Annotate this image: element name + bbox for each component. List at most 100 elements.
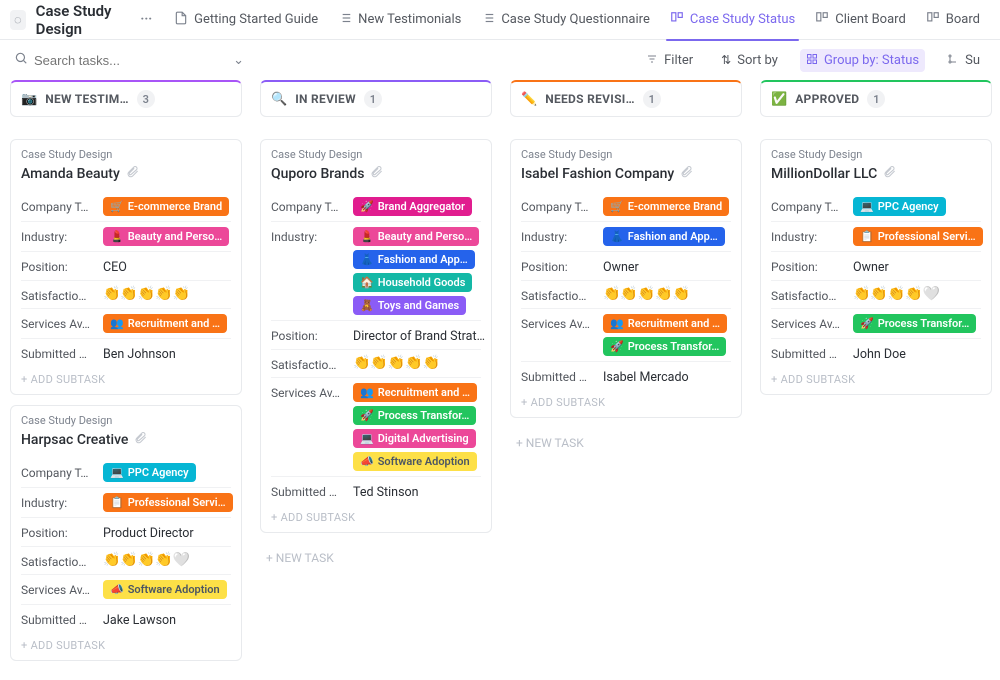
column-header[interactable]: ✏️NEEDS REVISI…1 <box>510 80 742 117</box>
tag-pill[interactable]: 💻PPC Agency <box>103 463 196 482</box>
task-card[interactable]: Case Study DesignAmanda BeautyCompany T…… <box>10 139 242 395</box>
new-task-button[interactable]: + NEW TASK <box>510 428 742 458</box>
field-value: 🛒E-commerce Brand <box>603 197 731 216</box>
add-subtask-button[interactable]: + ADD SUBTASK <box>271 505 481 526</box>
rating-emoji: 👏👏👏👏🤍 <box>103 552 190 568</box>
subtasks-button[interactable]: Su <box>941 49 986 72</box>
tab-label: Case Study Status <box>690 12 795 27</box>
column-header[interactable]: 🔍IN REVIEW1 <box>260 80 492 117</box>
add-subtask-button[interactable]: + ADD SUBTASK <box>521 390 731 411</box>
task-card[interactable]: Case Study DesignIsabel Fashion CompanyC… <box>510 139 742 418</box>
field-row: Submitted …John Doe <box>771 338 981 367</box>
attachment-icon <box>126 165 139 182</box>
add-subtask-button[interactable]: + ADD SUBTASK <box>21 633 231 654</box>
tag-pill[interactable]: 📋Professional Servi… <box>103 493 233 512</box>
tag-pill[interactable]: 📣Software Adoption <box>353 452 477 471</box>
tab-client-board[interactable]: Client Board <box>805 0 916 40</box>
field-row: Services Av…👥Recruitment and …🚀Process T… <box>521 308 731 361</box>
field-label: Industry: <box>271 227 347 244</box>
task-card[interactable]: Case Study DesignQuporo BrandsCompany T…… <box>260 139 492 533</box>
tag-pill[interactable]: 💄Beauty and Perso… <box>103 227 229 246</box>
field-text: John Doe <box>853 344 906 362</box>
column-header[interactable]: 📷NEW TESTIM…3 <box>10 80 242 117</box>
field-text: Owner <box>603 257 639 275</box>
tag-pill[interactable]: 🏠Household Goods <box>353 273 472 292</box>
column-header[interactable]: ✅APPROVED1 <box>760 80 992 117</box>
tag-label: Fashion and App… <box>378 253 468 266</box>
field-row: Services Av…👥Recruitment and … <box>21 308 231 338</box>
tag-emoji-icon: 👥 <box>360 386 374 399</box>
tag-pill[interactable]: 🚀Process Transfor… <box>603 337 726 356</box>
chevron-down-icon[interactable]: ⌄ <box>233 53 244 68</box>
tag-pill[interactable]: 🚀Process Transfor… <box>853 314 976 333</box>
tag-pill[interactable]: 🛒E-commerce Brand <box>103 197 229 216</box>
add-subtask-button[interactable]: + ADD SUBTASK <box>21 367 231 388</box>
tag-emoji-icon: 👥 <box>610 317 624 330</box>
column-emoji-icon: 📷 <box>21 92 37 107</box>
field-row: Position:Owner <box>771 251 981 280</box>
tag-pill[interactable]: 💻PPC Agency <box>853 197 946 216</box>
sort-button[interactable]: ⇅ Sort by <box>715 49 784 72</box>
field-label: Industry: <box>771 227 847 244</box>
field-label: Satisfactio… <box>21 552 97 569</box>
tag-pill[interactable]: 📣Software Adoption <box>103 580 227 599</box>
tag-pill[interactable]: 💻Digital Advertising <box>353 429 476 448</box>
field-row: Industry: 💄Beauty and Perso… 👗Fashion and … <box>271 221 481 320</box>
field-row: Industry:👗Fashion and App… <box>521 221 731 251</box>
tab-case-study-questionnaire[interactable]: Case Study Questionnaire <box>471 0 660 40</box>
group-icon <box>806 53 818 68</box>
tag-label: Software Adoption <box>128 583 220 596</box>
field-row: Position:CEO <box>21 251 231 280</box>
tag-pill[interactable]: 🧸Toys and Games <box>353 296 466 315</box>
tag-pill[interactable]: 🚀Brand Aggregator <box>353 197 472 216</box>
add-subtask-button[interactable]: + ADD SUBTASK <box>771 367 981 388</box>
tag-pill[interactable]: 👗Fashion and App… <box>603 227 725 246</box>
tag-pill[interactable]: 🚀Process Transfor… <box>353 406 476 425</box>
tag-pill[interactable]: 🛒E-commerce Brand <box>603 197 729 216</box>
field-row: Services Av…🚀Process Transfor… <box>771 308 981 338</box>
field-value: 👏👏👏👏🤍 <box>853 286 981 302</box>
column-count: 1 <box>867 90 885 108</box>
card-project: Case Study Design <box>771 148 981 161</box>
tag-pill[interactable]: 📋Professional Servi… <box>853 227 983 246</box>
tag-pill[interactable]: 👗Fashion and App… <box>353 250 475 269</box>
filter-button[interactable]: Filter <box>640 49 699 72</box>
sort-icon: ⇅ <box>721 53 731 67</box>
tag-label: Recruitment and … <box>128 317 220 330</box>
tab-board[interactable]: Board <box>916 0 990 40</box>
tag-pill[interactable]: 💄Beauty and Perso… <box>353 227 479 246</box>
field-row: Submitted …Jake Lawson <box>21 604 231 633</box>
field-text: Isabel Mercado <box>603 367 689 385</box>
tag-pill[interactable]: 👥Recruitment and … <box>353 383 477 402</box>
tab-label: New Testimonials <box>358 12 461 27</box>
field-row: Satisfactio…👏👏👏👏👏 <box>271 349 481 377</box>
tag-label: Digital Advertising <box>378 432 469 445</box>
field-label: Industry: <box>21 227 97 244</box>
new-task-button[interactable]: + NEW TASK <box>260 543 492 573</box>
search-wrap: ⌄ <box>14 51 244 69</box>
tag-pill[interactable]: 👥Recruitment and … <box>103 314 227 333</box>
group-button[interactable]: Group by: Status <box>800 49 925 72</box>
tag-pill[interactable]: 👥Recruitment and … <box>603 314 727 333</box>
tab-new-testimonials[interactable]: New Testimonials <box>328 0 471 40</box>
top-tabs: ◌ Case Study Design ··· Getting Started … <box>0 0 1000 40</box>
column-approved: ✅APPROVED1 Case Study DesignMillionDollar… <box>760 80 992 680</box>
card-title: Amanda Beauty <box>21 165 231 182</box>
tag-emoji-icon: 🚀 <box>360 409 374 422</box>
field-label: Company T… <box>521 197 597 214</box>
search-input[interactable] <box>34 53 227 68</box>
task-card[interactable]: Case Study DesignMillionDollar LLCCompan… <box>760 139 992 395</box>
column-count: 1 <box>364 90 382 108</box>
tab-getting-started-guide[interactable]: Getting Started Guide <box>164 0 328 40</box>
field-row: Services Av…📣Software Adoption <box>21 574 231 604</box>
tag-label: Household Goods <box>378 276 466 289</box>
tab-label: Board <box>946 12 980 27</box>
field-row: Position:Owner <box>521 251 731 280</box>
task-card[interactable]: Case Study DesignHarpsac CreativeCompany… <box>10 405 242 661</box>
sort-label: Sort by <box>737 53 778 68</box>
column-emoji-icon: ✅ <box>771 92 787 107</box>
column-review: 🔍IN REVIEW1 Case Study DesignQuporo Brand… <box>260 80 492 680</box>
tag-emoji-icon: 💄 <box>360 230 374 243</box>
more-icon[interactable]: ··· <box>140 12 152 27</box>
tab-case-study-status[interactable]: Case Study Status <box>660 0 805 40</box>
